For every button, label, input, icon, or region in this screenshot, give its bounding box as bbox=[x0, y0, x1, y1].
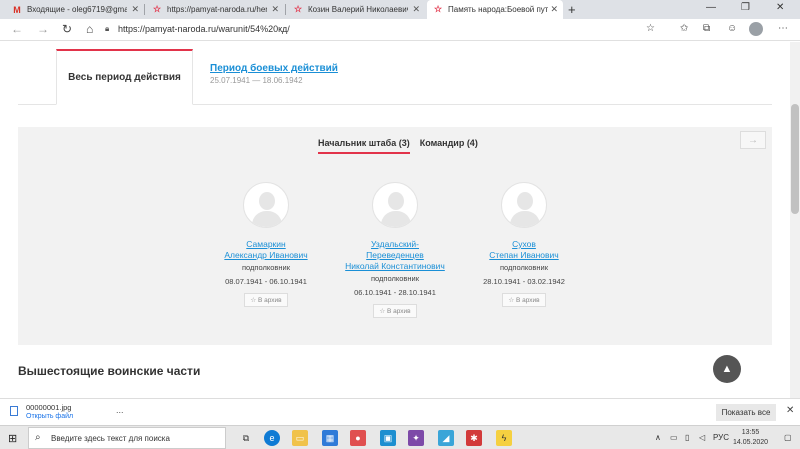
file-icon bbox=[10, 406, 18, 416]
close-tab-icon[interactable]: ✕ bbox=[131, 4, 139, 15]
profile-avatar[interactable] bbox=[749, 22, 763, 36]
home-icon[interactable]: ⌂ bbox=[86, 22, 93, 36]
combat-period-link[interactable]: Период боевых действий bbox=[210, 63, 338, 74]
file-explorer-icon[interactable]: ▭ bbox=[292, 430, 308, 446]
back-icon[interactable]: ← bbox=[11, 22, 23, 36]
archive-button[interactable]: ☆ В архив bbox=[502, 293, 546, 307]
restore-icon[interactable]: ❐ bbox=[741, 2, 750, 13]
taskbar-clock[interactable]: 13:55 14.05.2020 bbox=[733, 428, 768, 448]
person-rank: подполковник bbox=[499, 263, 549, 272]
collections-icon[interactable]: ⧉ bbox=[703, 23, 710, 34]
refresh-icon[interactable]: ↻ bbox=[62, 22, 72, 36]
person-name-link[interactable]: Самаркин Александр Иванович bbox=[211, 239, 321, 261]
new-tab-button[interactable]: + bbox=[568, 2, 576, 17]
tab-label: Память народа:Боевой путь во bbox=[448, 5, 548, 14]
download-more-button[interactable]: ... bbox=[116, 405, 124, 415]
tab-label: Входящие - oleg6719@gmail.co bbox=[27, 5, 127, 14]
person-dates: 28.10.1941 - 03.02.1942 bbox=[483, 277, 565, 286]
section-title: Вышестоящие воинские части bbox=[18, 364, 201, 378]
task-view-icon[interactable]: ⧉ bbox=[238, 430, 254, 446]
period-tabs: Весь период действия Период боевых дейст… bbox=[18, 49, 772, 105]
app-icon[interactable]: ✱ bbox=[466, 430, 482, 446]
person-card: Сухов Степан Иванович подполковник 28.10… bbox=[469, 182, 579, 307]
star-favicon-icon: ☆ bbox=[433, 4, 443, 14]
open-file-link[interactable]: Открыть файл bbox=[26, 413, 73, 420]
tab-label: https://pamyat-naroda.ru/heroe bbox=[167, 5, 267, 14]
archive-button[interactable]: ☆ В архив bbox=[373, 304, 417, 318]
address-bar: ← → ↻ ⌂ 🔒︎ https://pamyat-naroda.ru/waru… bbox=[0, 19, 800, 41]
menu-icon[interactable]: ⋯ bbox=[778, 23, 788, 34]
combat-period-dates: 25.07.1941 — 18.06.1942 bbox=[210, 76, 303, 85]
gmail-icon: M bbox=[13, 4, 21, 15]
language-indicator[interactable]: РУС bbox=[713, 433, 729, 442]
lock-icon: 🔒︎ bbox=[105, 24, 110, 33]
app-icon[interactable]: ✦ bbox=[408, 430, 424, 446]
browser-tab-active[interactable]: ☆ Память народа:Боевой путь во ✕ bbox=[427, 0, 563, 19]
app-icon[interactable]: ◢ bbox=[438, 430, 454, 446]
show-all-button[interactable]: Показать все bbox=[716, 404, 776, 421]
scrollbar-thumb[interactable] bbox=[791, 104, 799, 214]
tab-combat-period[interactable]: Период боевых действий 25.07.1941 — 18.0… bbox=[210, 63, 338, 85]
browser-tab-heroes[interactable]: ☆ https://pamyat-naroda.ru/heroe ✕ bbox=[146, 0, 284, 19]
close-tab-icon[interactable]: ✕ bbox=[550, 4, 558, 15]
taskbar-search[interactable]: ⌕ Введите здесь текст для поиска bbox=[28, 427, 226, 449]
forward-icon[interactable]: → bbox=[37, 22, 49, 36]
person-name-link[interactable]: Сухов Степан Иванович bbox=[469, 239, 579, 261]
person-rank: подполковник bbox=[241, 263, 291, 272]
chevron-up-icon[interactable]: ∧ bbox=[655, 433, 661, 442]
star-favicon-icon: ☆ bbox=[293, 4, 303, 14]
person-rank: подполковник bbox=[370, 274, 420, 283]
person-placeholder-icon bbox=[501, 182, 547, 228]
chevron-up-icon[interactable]: ▲ bbox=[713, 355, 741, 383]
archive-button[interactable]: ☆ В архив bbox=[244, 293, 288, 307]
tab-all-period[interactable]: Весь период действия bbox=[56, 49, 193, 105]
person-placeholder-icon bbox=[243, 182, 289, 228]
close-window-icon[interactable]: ✕ bbox=[776, 2, 784, 13]
network-icon[interactable]: ▭ bbox=[670, 433, 678, 442]
taskbar: ⊞ ⌕ Введите здесь текст для поиска ⧉ e ▭… bbox=[0, 425, 800, 449]
role-tabs: Начальник штаба (3) Командир (4) bbox=[318, 138, 478, 154]
minimize-icon[interactable]: — bbox=[706, 2, 716, 13]
app-icon[interactable]: ϟ bbox=[496, 430, 512, 446]
search-icon: ⌕ bbox=[35, 432, 41, 443]
extensions-icon[interactable]: ☺ bbox=[727, 23, 737, 34]
download-file-name[interactable]: 00000001.jpg bbox=[26, 403, 71, 412]
person-dates: 06.10.1941 - 28.10.1941 bbox=[354, 288, 436, 297]
person-dates: 08.07.1941 - 06.10.1941 bbox=[225, 277, 307, 286]
browser-tab-bar: M Входящие - oleg6719@gmail.co ✕ ☆ https… bbox=[0, 0, 800, 19]
app-icon[interactable]: ▣ bbox=[380, 430, 396, 446]
page-scrollbar[interactable] bbox=[790, 42, 800, 398]
close-tab-icon[interactable]: ✕ bbox=[271, 4, 279, 15]
app-icon[interactable]: ● bbox=[350, 430, 366, 446]
commanders-panel: Начальник штаба (3) Командир (4) → Самар… bbox=[18, 127, 772, 345]
tab-commander[interactable]: Командир (4) bbox=[420, 138, 478, 154]
person-card: Уздальский- Переведенцев Николай Констан… bbox=[340, 182, 450, 318]
notifications-icon[interactable]: ▢ bbox=[784, 433, 792, 442]
favorite-star-icon[interactable]: ☆ bbox=[646, 23, 655, 34]
tab-label: Козин Валерий Николаевич : П bbox=[308, 5, 408, 14]
star-favicon-icon: ☆ bbox=[152, 4, 162, 14]
battery-icon[interactable]: ▯ bbox=[685, 433, 689, 442]
browser-tab-kozin[interactable]: ☆ Козин Валерий Николаевич : П ✕ bbox=[287, 0, 425, 19]
url-field[interactable]: https://pamyat-naroda.ru/warunit/54%20кд… bbox=[118, 24, 290, 34]
browser-tab-gmail[interactable]: M Входящие - oleg6719@gmail.co ✕ bbox=[6, 0, 144, 19]
tab-chief-of-staff[interactable]: Начальник штаба (3) bbox=[318, 138, 410, 154]
download-bar: 00000001.jpg Открыть файл ... Показать в… bbox=[0, 398, 800, 425]
person-card: Самаркин Александр Иванович подполковник… bbox=[211, 182, 321, 307]
page-content: Весь период действия Период боевых дейст… bbox=[0, 42, 800, 398]
favorites-icon[interactable]: ✩ bbox=[680, 23, 688, 34]
next-arrow-button[interactable]: → bbox=[740, 131, 766, 149]
volume-icon[interactable]: ◁ bbox=[699, 433, 705, 442]
person-placeholder-icon bbox=[372, 182, 418, 228]
close-download-bar-icon[interactable]: ✕ bbox=[786, 405, 794, 416]
search-placeholder: Введите здесь текст для поиска bbox=[51, 434, 170, 443]
close-tab-icon[interactable]: ✕ bbox=[412, 4, 420, 15]
windows-start-icon[interactable]: ⊞ bbox=[8, 432, 17, 445]
person-name-link[interactable]: Уздальский- Переведенцев Николай Констан… bbox=[340, 239, 450, 272]
edge-icon[interactable]: e bbox=[264, 430, 280, 446]
store-icon[interactable]: ▦ bbox=[322, 430, 338, 446]
